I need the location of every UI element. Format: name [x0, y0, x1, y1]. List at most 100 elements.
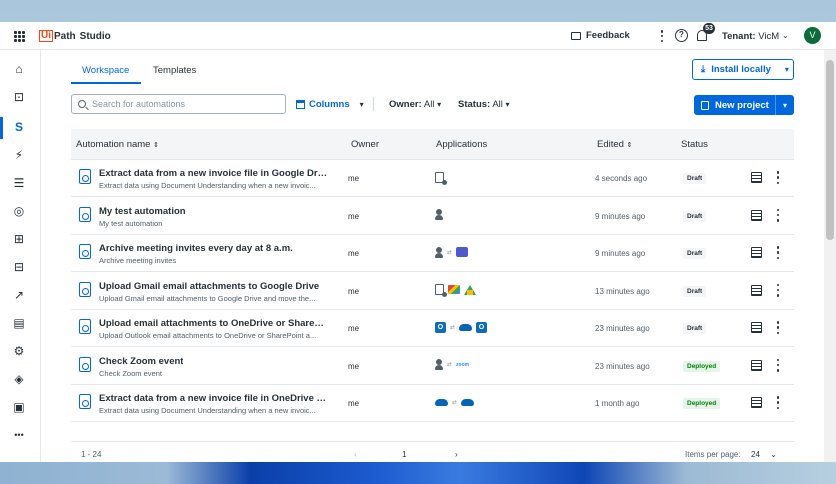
- outlook-icon: O: [476, 321, 488, 333]
- more-icon[interactable]: •••: [12, 428, 26, 442]
- status-badge: Deployed: [683, 398, 721, 409]
- table-row[interactable]: Upload Gmail email attachments to Google…: [71, 273, 794, 310]
- view-details-icon[interactable]: [751, 247, 762, 258]
- scrollbar-thumb[interactable]: [826, 60, 834, 240]
- feedback-button[interactable]: Feedback: [571, 30, 630, 41]
- automation-file-icon: [79, 281, 91, 297]
- more-options-icon[interactable]: [660, 30, 664, 42]
- view-details-icon[interactable]: [751, 209, 762, 221]
- analytics-icon[interactable]: ↗: [12, 288, 26, 302]
- tenant-label: Tenant:: [722, 31, 756, 42]
- integration-icon[interactable]: ⊟: [12, 260, 26, 274]
- status-badge: Draft: [683, 248, 707, 259]
- table-row[interactable]: Extract data from a new invoice file in …: [71, 160, 794, 197]
- person-icon: [435, 246, 443, 258]
- arrows-icon: ⇄: [447, 249, 453, 256]
- tab-templates[interactable]: Templates: [153, 65, 196, 76]
- chevron-down-icon: ▾: [505, 100, 510, 109]
- edited-cell: 9 minutes ago: [595, 211, 646, 221]
- row-more-options-icon[interactable]: [776, 396, 780, 409]
- robot-icon[interactable]: ⊡: [12, 90, 26, 104]
- table-row[interactable]: Archive meeting invites every day at 8 a…: [71, 235, 794, 272]
- chevron-down-icon[interactable]: ⌄: [782, 31, 789, 40]
- automation-name[interactable]: Upload email attachments to OneDrive or …: [99, 318, 329, 329]
- table-row[interactable]: Extract data from a new invoice file in …: [71, 385, 794, 422]
- install-locally-button[interactable]: ⤓ Install locally ▾: [692, 59, 794, 80]
- page-scrollbar[interactable]: [824, 50, 836, 462]
- row-more-options-icon[interactable]: [776, 321, 780, 334]
- view-details-icon[interactable]: [751, 359, 762, 371]
- edited-cell: 4 seconds ago: [595, 174, 648, 183]
- row-more-options-icon[interactable]: [776, 171, 780, 184]
- governance-icon[interactable]: ◎: [12, 204, 26, 218]
- items-per-page-select[interactable]: 24 ⌄: [751, 450, 777, 459]
- settings-icon[interactable]: ▣: [12, 400, 26, 414]
- view-details-icon[interactable]: [751, 397, 762, 408]
- automation-description: Check Zoom event: [99, 368, 162, 378]
- owner-filter[interactable]: Owner: All ▾: [389, 99, 441, 110]
- automation-name[interactable]: Upload Gmail email attachments to Google…: [99, 281, 319, 292]
- apps-icon[interactable]: ⊞: [12, 232, 26, 246]
- automation-description: Extract data using Document Understandin…: [99, 181, 316, 190]
- row-more-options-icon[interactable]: [776, 358, 780, 372]
- view-details-icon[interactable]: [751, 322, 762, 333]
- orchestrator-icon[interactable]: ⚙: [12, 344, 26, 358]
- table-row[interactable]: Check Zoom event Check Zoom event me ⇄ zo…: [71, 348, 794, 385]
- home-icon[interactable]: ⌂: [12, 62, 26, 76]
- search-box: [71, 94, 286, 114]
- status-filter-label: Status:: [458, 99, 491, 110]
- uipath-logo[interactable]: Ui Path Studio: [39, 29, 111, 43]
- new-file-icon: [701, 100, 709, 110]
- search-input[interactable]: [92, 99, 272, 109]
- product-name: Studio: [79, 30, 111, 42]
- academy-icon[interactable]: ☰: [12, 176, 26, 190]
- table-row[interactable]: My test automation My test automation me…: [71, 198, 794, 235]
- automation-name[interactable]: Archive meeting invites every day at 8 a…: [99, 243, 293, 254]
- user-avatar[interactable]: V: [804, 27, 821, 44]
- studio-window: Ui Path Studio Feedback ? 53 Tenant: Vic…: [0, 22, 836, 462]
- logo-mark: Ui: [39, 30, 53, 42]
- automation-file-icon: [79, 169, 91, 184]
- new-project-menu-chevron[interactable]: ▾: [776, 101, 794, 110]
- teams-icon: [456, 247, 469, 257]
- automation-description: Extract data using Document Understandin…: [99, 406, 316, 415]
- row-more-options-icon[interactable]: [776, 208, 780, 222]
- layers-icon[interactable]: ◈: [12, 372, 26, 386]
- automation-file-icon: [79, 356, 91, 372]
- tenant-picker[interactable]: Tenant: VicM: [722, 31, 779, 42]
- new-project-button[interactable]: New project: [694, 95, 776, 115]
- marketplace-icon[interactable]: ▤: [12, 316, 26, 330]
- insights-icon[interactable]: ⚡: [12, 148, 26, 162]
- status-badge: Draft: [683, 173, 707, 184]
- status-filter[interactable]: Status: All ▾: [458, 99, 510, 110]
- tab-workspace[interactable]: Workspace: [82, 65, 129, 76]
- studio-icon[interactable]: S: [12, 120, 26, 134]
- gmail-icon: [448, 285, 460, 294]
- next-page-icon[interactable]: ›: [455, 450, 458, 459]
- help-icon[interactable]: ?: [675, 29, 688, 42]
- clipboard-icon: [435, 171, 447, 185]
- pagination: 1 - 24 ‹ 1 › Items per page: 24 ⌄: [71, 441, 794, 462]
- columns-button[interactable]: Columns ▾: [296, 99, 364, 110]
- view-details-icon[interactable]: [751, 172, 762, 183]
- automation-name[interactable]: Extract data from a new invoice file in …: [99, 393, 329, 404]
- owner-cell: me: [348, 399, 360, 408]
- header-owner: Owner: [351, 139, 379, 150]
- view-details-icon[interactable]: [751, 284, 762, 296]
- header-automation-name[interactable]: Automation name ⇕: [76, 139, 159, 150]
- header-edited[interactable]: Edited ⇕: [597, 139, 632, 150]
- app-launcher-icon[interactable]: [14, 31, 25, 42]
- row-more-options-icon[interactable]: [776, 283, 780, 297]
- feedback-label: Feedback: [586, 30, 630, 41]
- table-row[interactable]: Upload email attachments to OneDrive or …: [71, 310, 794, 347]
- automation-name[interactable]: Check Zoom event: [99, 356, 183, 367]
- feedback-icon: [571, 31, 581, 40]
- onedrive-icon: [435, 398, 448, 406]
- sort-icon: ⇕: [153, 142, 159, 149]
- row-more-options-icon[interactable]: [776, 246, 780, 259]
- applications-cell: ⇄ zoom: [435, 358, 469, 372]
- automation-name[interactable]: My test automation: [99, 206, 186, 217]
- prev-page-icon[interactable]: ‹: [354, 450, 357, 459]
- current-page[interactable]: 1: [402, 450, 406, 459]
- automation-name[interactable]: Extract data from a new invoice file in …: [99, 168, 329, 179]
